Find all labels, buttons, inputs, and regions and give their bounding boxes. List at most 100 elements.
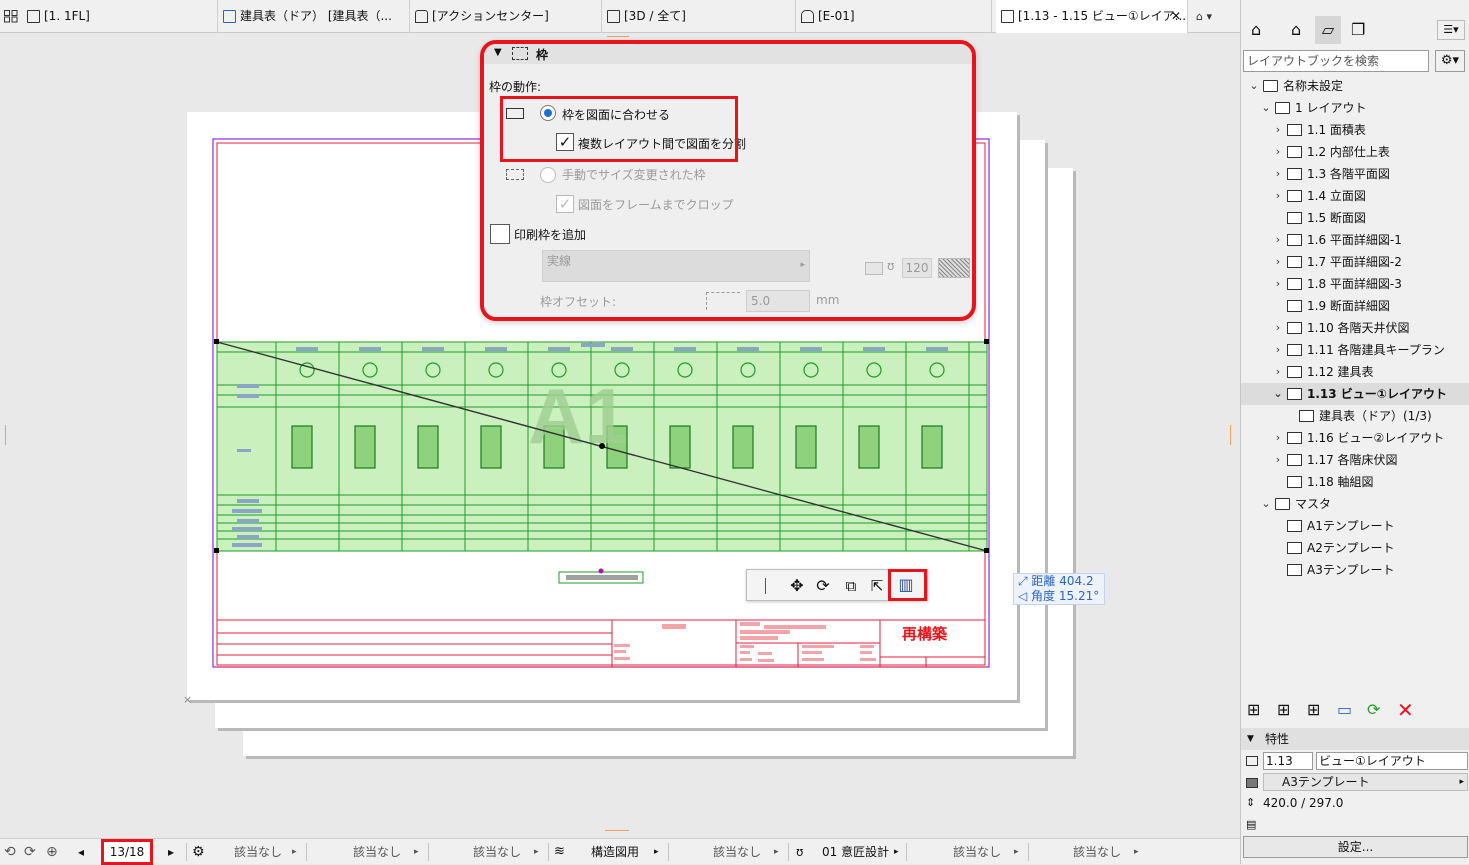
status-none-4[interactable]: 該当なし	[713, 839, 761, 865]
chevron-down-icon[interactable]: ⌄	[1249, 75, 1259, 97]
redo-view-icon[interactable]: ⟳	[24, 839, 36, 865]
tree-item[interactable]: › 1.3 各階平面図	[1241, 163, 1469, 185]
chevron-right-icon[interactable]: ›	[1273, 251, 1283, 273]
arrow-icon[interactable]: ▸	[654, 839, 659, 865]
layout-book-icon[interactable]: ▱	[1315, 16, 1341, 44]
tab-elevation[interactable]: [E-01]	[796, 0, 992, 33]
layout-id-field[interactable]: 1.13	[1263, 752, 1313, 770]
tree-item[interactable]: › 1.17 各階床伏図	[1241, 449, 1469, 471]
arrow-icon[interactable]: ▸	[292, 839, 297, 865]
new-folder-icon[interactable]: ⊞	[1307, 700, 1320, 719]
arrow-icon[interactable]: ▸	[894, 839, 899, 865]
pen-set[interactable]: 01 意匠設計	[822, 839, 889, 865]
arrow-icon[interactable]: ▸	[534, 839, 539, 865]
panel-menu-icon[interactable]: ☰▾	[1437, 20, 1465, 40]
chevron-right-icon[interactable]: ›	[1273, 141, 1283, 163]
layers-icon[interactable]: ≋	[554, 839, 565, 865]
checkbox-crop-to-frame[interactable]: ✓	[556, 195, 574, 213]
move-icon[interactable]: ✥	[787, 576, 807, 596]
tree-item[interactable]: › 1.16 ビュー②レイアウト	[1241, 427, 1469, 449]
tree-item[interactable]: › 1.4 立面図	[1241, 185, 1469, 207]
offset-field[interactable]: 5.0	[746, 290, 810, 312]
project-map-icon[interactable]: ⌂	[1251, 20, 1261, 39]
zoom-icon[interactable]: ⊕	[46, 839, 58, 865]
properties-icon[interactable]: ▭	[1337, 700, 1352, 719]
tree-item[interactable]: › 1.1 面積表	[1241, 119, 1469, 141]
tree-item[interactable]: › 1.8 平面詳細図-3	[1241, 273, 1469, 295]
tab-layout[interactable]: [1.13 - 1.15 ビュー①レイア... ✕	[996, 0, 1188, 33]
status-none-3[interactable]: 該当なし	[473, 839, 521, 865]
pattern-swatch-icon[interactable]	[938, 258, 970, 278]
tree-item[interactable]: 1.5 断面図	[1241, 207, 1469, 229]
zoom-settings-icon[interactable]: ⚙	[192, 839, 205, 865]
grid-icon[interactable]	[4, 10, 18, 23]
copy-icon[interactable]: ⧉	[841, 576, 861, 596]
next-layout-icon[interactable]: ▸	[168, 839, 174, 865]
close-icon[interactable]: ✕	[1171, 0, 1181, 33]
tab-3d[interactable]: [3D / 全て]	[602, 0, 796, 33]
update-icon[interactable]: ⟳	[1367, 700, 1380, 719]
tree-item[interactable]: A2テンプレート	[1241, 537, 1469, 559]
settings-button[interactable]: 設定...	[1243, 836, 1468, 858]
pen-set-icon[interactable]: ʊ	[796, 839, 803, 865]
panel-header[interactable]: ▼ 枠	[484, 44, 972, 64]
chevron-right-icon[interactable]: ›	[1273, 361, 1283, 383]
chevron-right-icon[interactable]: ›	[1273, 317, 1283, 339]
arrow-icon[interactable]: ▸	[774, 839, 779, 865]
chevron-right-icon[interactable]: ›	[1273, 119, 1283, 141]
page-indicator[interactable]: 13/18	[101, 839, 153, 865]
tree-item[interactable]: ⌄ 1.13 ビュー①レイアウト	[1241, 383, 1469, 405]
undo-view-icon[interactable]: ⟲	[4, 839, 16, 865]
chevron-down-icon[interactable]: ⌄	[1261, 493, 1271, 515]
chevron-down-icon[interactable]: ⌄	[1273, 383, 1283, 405]
master-dropdown[interactable]: A3テンプレート ▸	[1263, 773, 1468, 791]
collapse-arrow-icon[interactable]: ▼	[1247, 728, 1254, 750]
tree-item[interactable]: › 1.2 内部仕上表	[1241, 141, 1469, 163]
tree-item[interactable]: ⌄ 1 レイアウト	[1241, 97, 1469, 119]
chevron-right-icon[interactable]: ›	[1273, 185, 1283, 207]
delete-icon[interactable]: ✕	[1397, 698, 1414, 722]
layout-search-input[interactable]: レイアウトブックを検索	[1243, 50, 1429, 72]
tab-overflow-button[interactable]: ⌂ ▾	[1196, 0, 1236, 33]
tree-item[interactable]: › 1.6 平面詳細図-1	[1241, 229, 1469, 251]
tree-item[interactable]: › 1.11 各階建具キープラン	[1241, 339, 1469, 361]
chevron-right-icon[interactable]: ›	[1273, 339, 1283, 361]
arrow-icon[interactable]: ▸	[414, 839, 419, 865]
tree-item[interactable]: › 1.7 平面詳細図-2	[1241, 251, 1469, 273]
publisher-icon[interactable]: ❐	[1351, 20, 1365, 39]
search-settings-icon[interactable]: ⚙▾	[1435, 50, 1465, 72]
tree-item[interactable]: › 1.12 建具表	[1241, 361, 1469, 383]
view-map-icon[interactable]: ⌂	[1291, 20, 1301, 39]
chevron-right-icon[interactable]: ›	[1273, 273, 1283, 295]
pen-number-field[interactable]: 120	[902, 258, 932, 278]
tree-item[interactable]: A3テンプレート	[1241, 559, 1469, 581]
chevron-right-icon[interactable]: ›	[1273, 449, 1283, 471]
tree-item[interactable]: 1.9 断面詳細図	[1241, 295, 1469, 317]
new-subset-icon[interactable]: ⊞	[1277, 700, 1290, 719]
layout-canvas[interactable]: A1 × ✥ ⟳ ⧉ ⇱ ▥ 再構築 ⤢ 距離 404.2 ◁ 角度 15.21…	[0, 33, 1240, 833]
status-none-6[interactable]: 該当なし	[1073, 839, 1121, 865]
rotate-icon[interactable]: ⟳	[813, 576, 833, 596]
collapse-arrow-icon[interactable]: ▼	[494, 47, 502, 58]
status-none-2[interactable]: 該当なし	[353, 839, 401, 865]
chevron-right-icon[interactable]: ›	[1273, 427, 1283, 449]
tree-item[interactable]: 1.18 軸組図	[1241, 471, 1469, 493]
arrow-icon[interactable]: ▸	[1014, 839, 1019, 865]
tab-door-schedule[interactable]: 建具表（ドア） [建具表（...	[218, 0, 410, 33]
tree-item[interactable]: A1テンプレート	[1241, 515, 1469, 537]
tab-action-center[interactable]: [アクションセンター]	[410, 0, 602, 33]
layer-combo[interactable]: 構造図用	[591, 839, 639, 865]
radio-manual-resize[interactable]	[540, 167, 556, 183]
properties-header[interactable]: ▼ 特性	[1241, 728, 1469, 750]
tree-item[interactable]: 建具表（ドア）(1/3)	[1241, 405, 1469, 427]
checkbox-add-print-frame[interactable]	[490, 224, 510, 244]
tree-item[interactable]: ⌄ 名称未設定	[1241, 75, 1469, 97]
prev-layout-icon[interactable]: ◂	[78, 839, 84, 865]
arrow-icon[interactable]: ▸	[1134, 839, 1139, 865]
chevron-right-icon[interactable]: ›	[1273, 163, 1283, 185]
new-layout-icon[interactable]: ⊞	[1247, 700, 1260, 719]
chevron-down-icon[interactable]: ⌄	[1261, 97, 1271, 119]
tab-floor-plan[interactable]: [1. 1FL]	[22, 0, 218, 33]
tree-item[interactable]: › 1.10 各階天井伏図	[1241, 317, 1469, 339]
tree-item[interactable]: ⌄ マスタ	[1241, 493, 1469, 515]
